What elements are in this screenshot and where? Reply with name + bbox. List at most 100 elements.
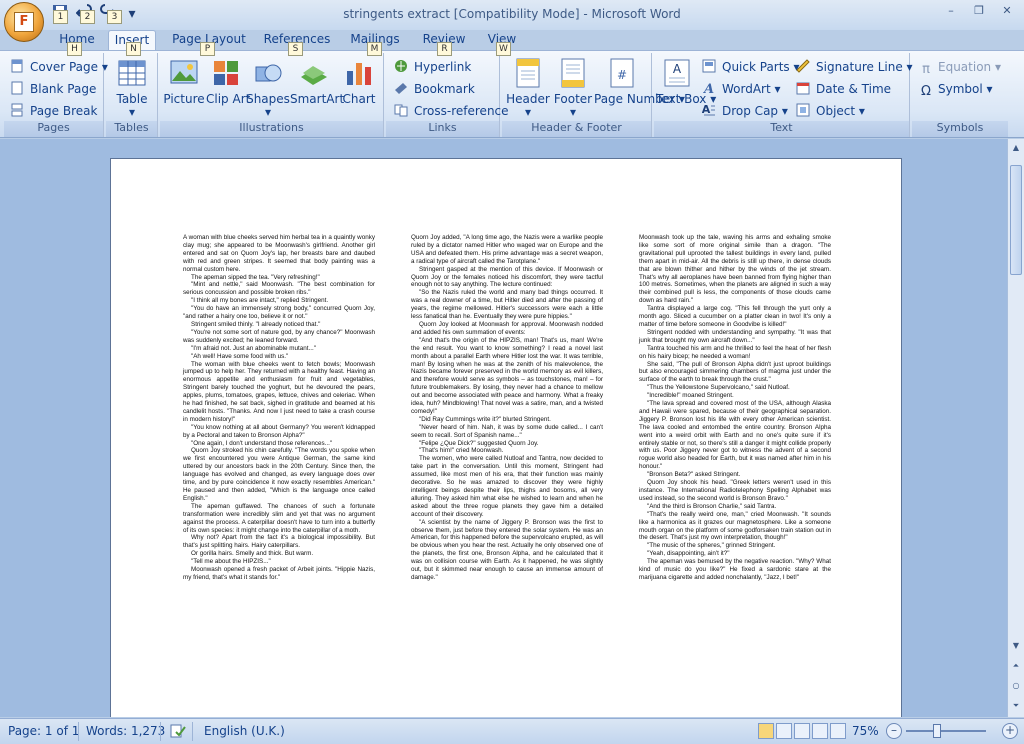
web-layout-button[interactable] bbox=[794, 723, 810, 739]
table-button[interactable]: Table ▾ bbox=[106, 57, 158, 119]
customize-qat-icon[interactable]: ▾ bbox=[122, 4, 142, 24]
paragraph: "Tell me about the HIPZIS..." bbox=[191, 558, 271, 566]
chart-icon bbox=[347, 63, 371, 85]
full-screen-reading-button[interactable] bbox=[776, 723, 792, 739]
clip-art-icon bbox=[214, 61, 238, 85]
object-icon bbox=[796, 103, 812, 117]
omega-icon: Ω bbox=[921, 84, 931, 99]
equation-button[interactable]: π Equation ▾ bbox=[918, 57, 1001, 77]
status-separator bbox=[78, 722, 79, 741]
paragraph: "Thus the Yellowstone Supervolcano," sai… bbox=[647, 384, 790, 392]
keytip-mailings: M bbox=[367, 42, 382, 56]
picture-button[interactable]: Picture bbox=[162, 57, 206, 106]
clip-art-button[interactable]: Clip Art bbox=[206, 57, 250, 106]
zoom-level[interactable]: 75% bbox=[852, 724, 879, 738]
proofing-icon[interactable] bbox=[170, 724, 186, 741]
smartart-button[interactable]: SmartArt bbox=[290, 57, 344, 106]
keytip-redo: 3 bbox=[107, 10, 122, 24]
calendar-icon bbox=[796, 81, 812, 95]
drop-cap-button[interactable]: A Drop Cap ▾ bbox=[702, 101, 788, 121]
zoom-slider-track[interactable] bbox=[906, 730, 986, 732]
zoom-out-button[interactable]: – bbox=[886, 723, 902, 739]
text-column-2: Quorn Joy added, "A long time ago, the N… bbox=[411, 234, 603, 582]
text-box-button[interactable]: A Text Box ▾ bbox=[656, 57, 716, 106]
cross-reference-button[interactable]: Cross-reference bbox=[394, 101, 509, 121]
close-button[interactable]: ✕ bbox=[994, 2, 1020, 20]
paragraph: "You know nothing at all about Germany? … bbox=[183, 423, 375, 439]
cover-page-button[interactable]: Cover Page ▾ bbox=[10, 57, 108, 77]
office-button[interactable]: F bbox=[4, 2, 44, 42]
header-button[interactable]: Header ▾ bbox=[504, 57, 552, 119]
group-links: Hyperlink Bookmark Cross-reference Links bbox=[386, 53, 509, 137]
paragraph: "Did Ray Cummings write it?" blurted Str… bbox=[419, 415, 551, 423]
keytip-page-layout: P bbox=[200, 42, 215, 56]
wordart-icon: A bbox=[702, 81, 718, 97]
keytip-home: H bbox=[67, 42, 82, 56]
draft-view-button[interactable] bbox=[830, 723, 846, 739]
word-count[interactable]: Words: 1,273 bbox=[86, 724, 165, 738]
symbol-button[interactable]: Ω Symbol ▾ bbox=[918, 79, 993, 99]
signature-line-button[interactable]: Signature Line ▾ bbox=[796, 57, 913, 77]
paragraph: "A scientist by the name of Jiggery P. B… bbox=[411, 518, 603, 581]
paragraph: "You're not some sort of nature god, by … bbox=[183, 328, 375, 344]
svg-text:A: A bbox=[673, 62, 682, 76]
office-logo-icon: F bbox=[14, 12, 34, 32]
zoom-slider-knob[interactable] bbox=[933, 724, 941, 738]
previous-page-icon[interactable]: ⏶ bbox=[1009, 659, 1023, 673]
paragraph: "Never heard of him. Nah, it was by some… bbox=[411, 423, 603, 439]
date-time-button[interactable]: Date & Time bbox=[796, 79, 891, 99]
language-indicator[interactable]: English (U.K.) bbox=[204, 724, 285, 738]
scroll-up-icon[interactable]: ▲ bbox=[1009, 141, 1023, 155]
group-label-header-footer: Header & Footer bbox=[502, 121, 651, 137]
footer-button[interactable]: Footer ▾ bbox=[552, 57, 594, 119]
paragraph: Moonwash opened a fresh packet of Arbeit… bbox=[183, 566, 375, 581]
group-text: A Text Box ▾ Quick Parts ▾ A WordArt ▾ AD… bbox=[654, 53, 913, 137]
quick-parts-button[interactable]: Quick Parts ▾ bbox=[702, 57, 800, 77]
blank-page-button[interactable]: Blank Page bbox=[10, 79, 96, 99]
bookmark-button[interactable]: Bookmark bbox=[394, 79, 475, 99]
next-page-icon[interactable]: ⏷ bbox=[1009, 699, 1023, 713]
scroll-down-icon[interactable]: ▼ bbox=[1009, 639, 1023, 653]
paragraph: "Mint and nettle," said Moonwash. "The b… bbox=[183, 281, 375, 297]
text-column-3: Moonwash took up the tale, waving his ar… bbox=[639, 234, 831, 582]
document-page[interactable]: A woman with blue cheeks served him herb… bbox=[110, 158, 902, 717]
page-break-button[interactable]: Page Break bbox=[10, 101, 97, 121]
shapes-button[interactable]: Shapes ▾ bbox=[246, 57, 290, 119]
paragraph: Quorn Joy shook his head. "Greek letters… bbox=[639, 479, 831, 502]
hyperlink-icon bbox=[394, 59, 410, 73]
object-button[interactable]: Object ▾ bbox=[796, 101, 865, 121]
page-number-icon: # bbox=[610, 58, 634, 88]
hyperlink-button[interactable]: Hyperlink bbox=[394, 57, 471, 77]
group-label-tables: Tables bbox=[106, 121, 157, 137]
paragraph: Why not? Apart from the fact it's a biol… bbox=[183, 534, 375, 550]
group-label-pages: Pages bbox=[4, 121, 103, 137]
select-browse-object-icon[interactable]: ○ bbox=[1009, 679, 1023, 693]
print-layout-view-button[interactable] bbox=[758, 723, 774, 739]
group-label-illustrations: Illustrations bbox=[160, 121, 383, 137]
svg-text:A: A bbox=[702, 82, 714, 95]
keytip-references: S bbox=[288, 42, 303, 56]
paragraph: The apeman sipped the tea. "Very refresh… bbox=[191, 273, 320, 281]
wordart-button[interactable]: A WordArt ▾ bbox=[702, 79, 781, 99]
shapes-icon bbox=[255, 64, 282, 82]
group-header-footer: Header ▾ Footer ▾ # Page Number ▾ Header &… bbox=[502, 53, 685, 137]
paragraph: "The lava spread and covered most of the… bbox=[639, 400, 831, 471]
table-icon bbox=[118, 60, 146, 86]
paragraph: Tantra displayed a large cog. "This fell… bbox=[639, 305, 831, 328]
page-number-button[interactable]: # Page Number ▾ bbox=[594, 57, 685, 106]
scroll-thumb[interactable] bbox=[1010, 165, 1022, 275]
paragraph: Stringent gasped at the mention of this … bbox=[411, 265, 603, 289]
page-count[interactable]: Page: 1 of 1 bbox=[8, 724, 79, 738]
smartart-icon bbox=[301, 66, 327, 85]
paragraph: Quorn Joy looked at Moonwash for approva… bbox=[411, 320, 603, 336]
signature-line-icon bbox=[796, 59, 812, 73]
paragraph: "So the Nazis ruled the world and many b… bbox=[411, 289, 603, 321]
chart-button[interactable]: Chart bbox=[338, 57, 380, 106]
minimize-button[interactable]: – bbox=[938, 2, 964, 20]
paragraph: "The music of the spheres," grinned Stri… bbox=[647, 542, 776, 550]
keytip-review: R bbox=[437, 42, 452, 56]
vertical-scrollbar[interactable]: ▲ ▼ ⏶ ○ ⏷ bbox=[1007, 139, 1024, 717]
zoom-in-button[interactable]: + bbox=[1002, 723, 1018, 739]
restore-button[interactable]: ❐ bbox=[966, 2, 992, 20]
outline-view-button[interactable] bbox=[812, 723, 828, 739]
